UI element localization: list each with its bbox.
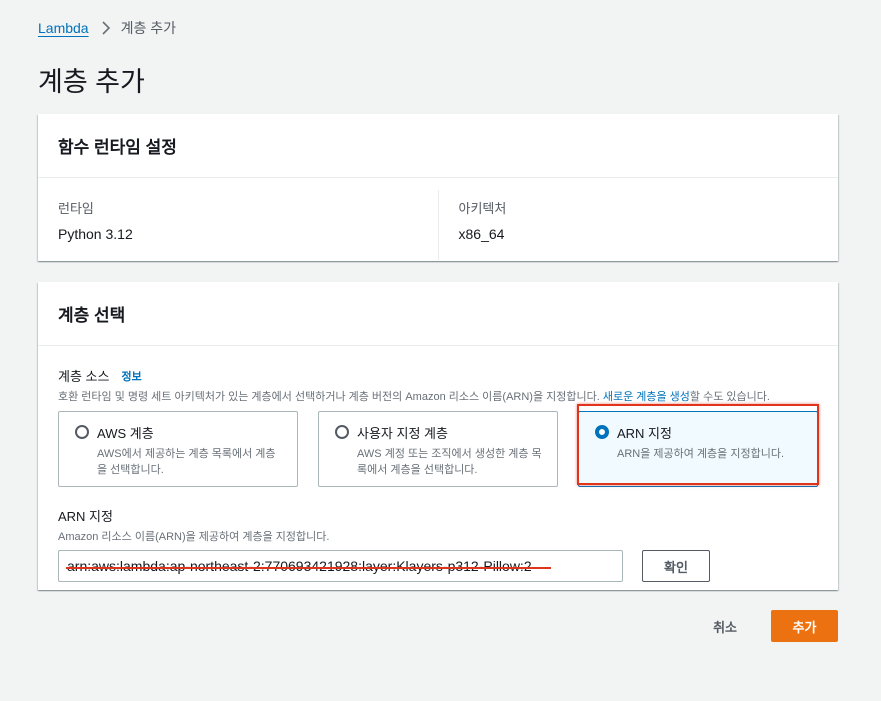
verify-button[interactable]: 확인	[642, 550, 710, 582]
layer-source-label: 계층 소스	[58, 369, 110, 384]
option-description: AWS에서 제공하는 계층 목록에서 계층을 선택합니다.	[97, 448, 276, 476]
radio-button-selected[interactable]	[595, 425, 609, 439]
add-button[interactable]: 추가	[771, 610, 838, 642]
runtime-label: 런타임	[58, 201, 94, 216]
layer-source-description: 호환 런타임 및 명령 세트 아키텍처가 있는 계층에서 선택하거나 계층 버전…	[58, 388, 818, 404]
arn-label: ARN 지정	[58, 509, 113, 524]
chevron-right-icon	[101, 21, 111, 35]
layer-source-description-text: 호환 런타임 및 명령 세트 아키텍처가 있는 계층에서 선택하거나 계층 버전…	[58, 391, 603, 403]
layer-selection-panel: 계층 선택 계층 소스 정보 호환 런타임 및 명령 세트 아키텍처가 있는 계…	[38, 282, 838, 590]
runtime-settings-header: 함수 런타임 설정	[38, 114, 838, 178]
breadcrumb: Lambda 계층 추가	[38, 18, 176, 38]
runtime-settings-title: 함수 런타임 설정	[58, 138, 177, 157]
option-custom-layers[interactable]: 사용자 지정 계층 AWS 계정 또는 조직에서 생성한 계층 목록에서 계층을…	[318, 411, 558, 487]
option-description: AWS 계정 또는 조직에서 생성한 계층 목록에서 계층을 선택합니다.	[357, 448, 542, 476]
layer-source-label-row: 계층 소스 정보	[58, 366, 818, 385]
option-description: ARN을 제공하여 계층을 지정합니다.	[617, 448, 785, 460]
runtime-value: Python 3.12	[58, 226, 133, 242]
layer-selection-header: 계층 선택	[38, 282, 838, 346]
arn-description: Amazon 리소스 이름(ARN)을 제공하여 계층을 지정합니다.	[58, 531, 330, 543]
info-link[interactable]: 정보	[121, 368, 141, 384]
option-title: ARN 지정	[617, 426, 672, 441]
option-title: AWS 계층	[97, 426, 154, 441]
radio-button[interactable]	[335, 425, 349, 439]
architecture-label: 아키텍처	[458, 201, 507, 216]
layer-source-description-suffix: 할 수도 있습니다.	[689, 391, 770, 403]
arn-input-row: 확인	[58, 550, 818, 582]
option-aws-layers[interactable]: AWS 계층 AWS에서 제공하는 계층 목록에서 계층을 선택합니다.	[58, 411, 298, 487]
page-title: 계층 추가	[38, 67, 145, 97]
cancel-button[interactable]: 취소	[699, 610, 751, 642]
arn-input[interactable]	[58, 550, 623, 582]
breadcrumb-lambda-link[interactable]: Lambda	[38, 20, 89, 36]
radio-button[interactable]	[75, 425, 89, 439]
layer-selection-title: 계층 선택	[58, 306, 126, 325]
option-title: 사용자 지정 계층	[357, 426, 448, 441]
architecture-value: x86_64	[458, 226, 505, 242]
layer-source-options: AWS 계층 AWS에서 제공하는 계층 목록에서 계층을 선택합니다. 사용자…	[58, 411, 818, 487]
breadcrumb-current: 계층 추가	[120, 20, 177, 36]
form-actions: 취소 추가	[699, 610, 838, 642]
runtime-settings-panel: 함수 런타임 설정 런타임 Python 3.12 아키텍처 x86_64	[38, 114, 838, 261]
architecture-column: 아키텍처 x86_64	[437, 190, 839, 260]
create-new-layer-link[interactable]: 새로운 계층을 생성	[603, 391, 690, 403]
option-specify-arn[interactable]: ARN 지정 ARN을 제공하여 계층을 지정합니다.	[578, 411, 818, 487]
page: Lambda 계층 추가 계층 추가 함수 런타임 설정 런타임 Python …	[0, 0, 881, 701]
runtime-settings-values: 런타임 Python 3.12 아키텍처 x86_64	[38, 178, 838, 260]
arn-field: ARN 지정 Amazon 리소스 이름(ARN)을 제공하여 계층을 지정합니…	[58, 506, 818, 582]
layer-selection-body: 계층 소스 정보 호환 런타임 및 명령 세트 아키텍처가 있는 계층에서 선택…	[38, 346, 838, 602]
runtime-column: 런타임 Python 3.12	[38, 190, 438, 260]
